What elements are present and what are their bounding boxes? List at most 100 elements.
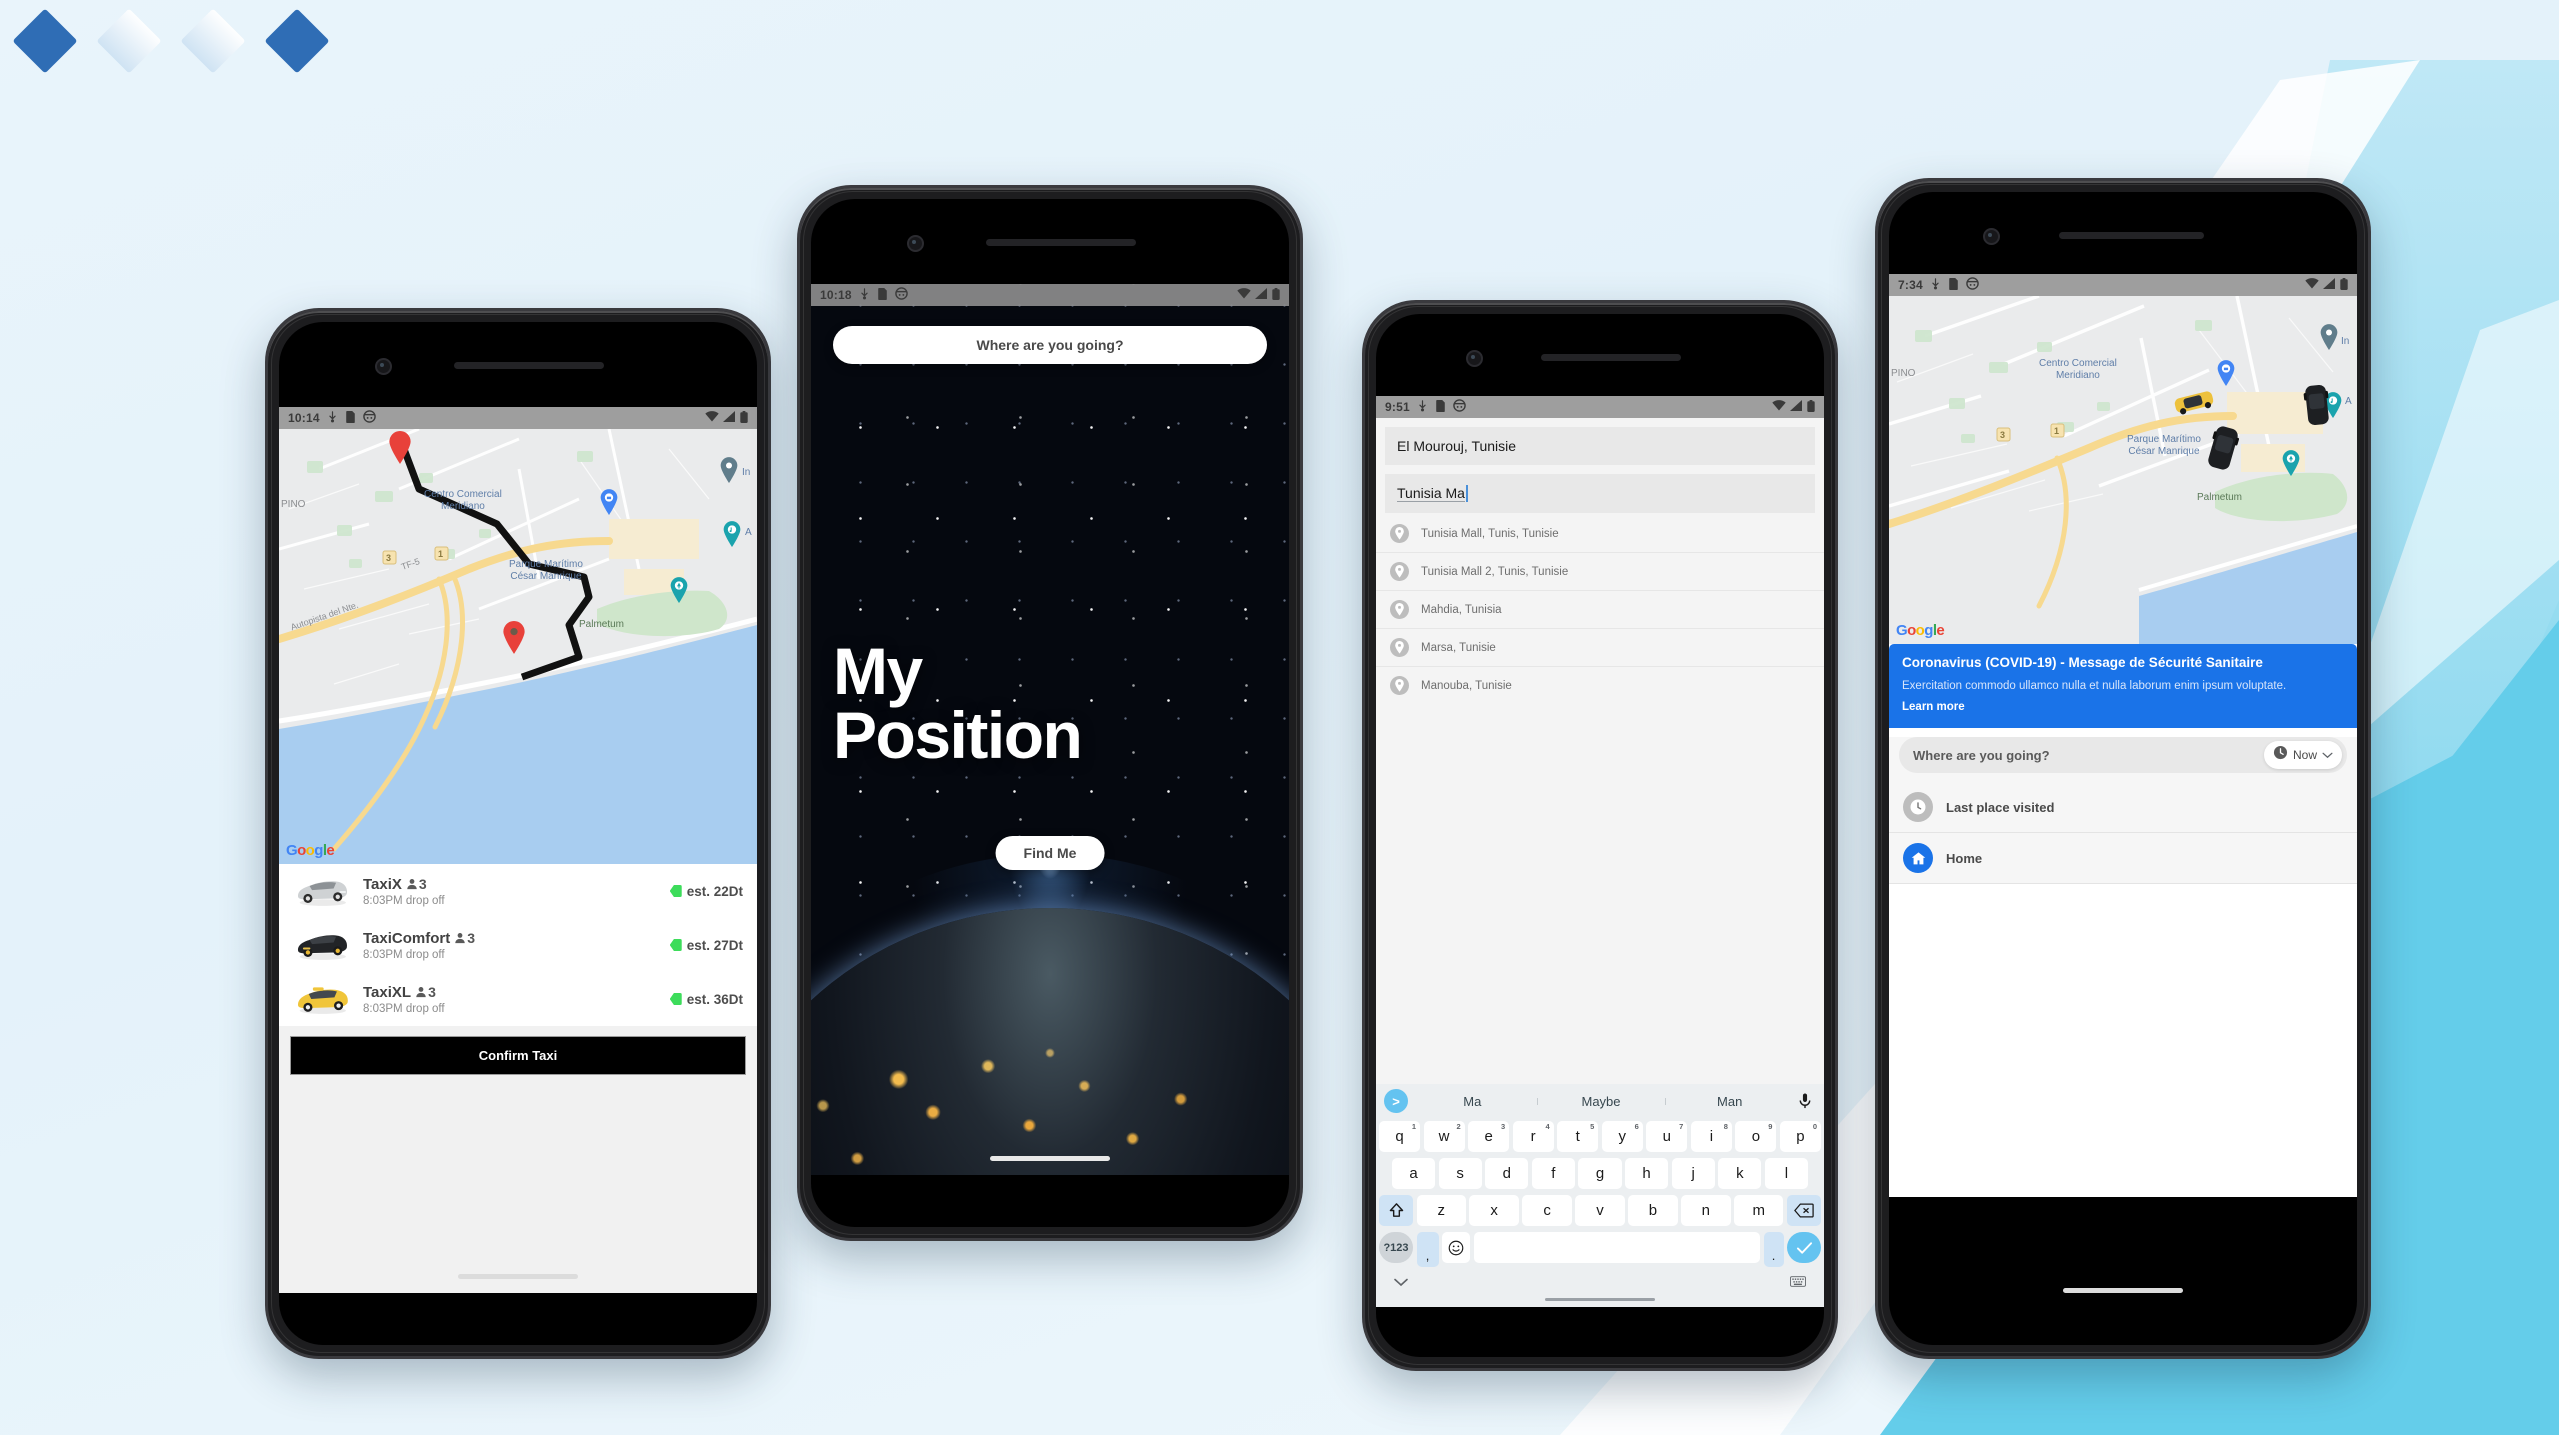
key-a[interactable]: a [1392, 1158, 1436, 1189]
key-w[interactable]: 2w [1423, 1121, 1465, 1152]
confirm-taxi-button[interactable]: Confirm Taxi [290, 1036, 746, 1075]
front-camera-icon [375, 358, 392, 375]
taxi-name: TaxiComfort [363, 929, 451, 947]
person-icon [416, 987, 426, 998]
table-row[interactable]: TaxiX 3 8:03PM drop off est. 22Dt [279, 864, 757, 918]
wifi-icon [1237, 288, 1251, 302]
find-me-button[interactable]: Find Me [995, 836, 1105, 871]
bottom-sheet: Where are you going? Now Last place visi… [1889, 737, 2357, 885]
diamond-icon [96, 8, 162, 74]
shopping-pin-icon [600, 489, 618, 515]
key-label: o [1751, 1128, 1761, 1145]
diamond-icon [12, 8, 78, 74]
key-l[interactable]: l [1764, 1158, 1808, 1189]
list-item[interactable]: Marsa, Tunisie [1376, 629, 1824, 667]
key-q[interactable]: 1q [1379, 1121, 1421, 1152]
list-item[interactable]: Home [1889, 833, 2357, 885]
key-p[interactable]: 0p [1779, 1121, 1821, 1152]
suggestion-text: Mahdia, Tunisia [1421, 603, 1502, 616]
list-item[interactable]: Tunisia Mall 2, Tunis, Tunisie [1376, 553, 1824, 591]
car-yellow-icon [293, 982, 351, 1016]
enter-key[interactable] [1787, 1232, 1821, 1263]
key-s[interactable]: s [1438, 1158, 1482, 1189]
home-indicator [1545, 1298, 1655, 1301]
taxi-options-list: TaxiX 3 8:03PM drop off est. 22Dt TaxiCo… [279, 864, 757, 1026]
list-item[interactable]: Mahdia, Tunisia [1376, 591, 1824, 629]
learn-more-link[interactable]: Learn more [1902, 701, 1965, 713]
mic-icon[interactable] [1794, 1093, 1816, 1109]
wifi-icon [705, 411, 719, 425]
download-icon [859, 287, 870, 303]
key-m[interactable]: m [1734, 1195, 1784, 1226]
chevron-down-icon[interactable] [1394, 1274, 1408, 1292]
suggestion-chip[interactable]: Ma [1408, 1094, 1537, 1109]
route-map[interactable]: 3 1 PINO Centro Comercial Meridiano Parqu… [279, 429, 757, 864]
title-line-1: My [833, 634, 923, 709]
map-label: PINO [281, 499, 306, 510]
key-f[interactable]: f [1531, 1158, 1575, 1189]
key-n[interactable]: n [1681, 1195, 1731, 1226]
key-z[interactable]: z [1416, 1195, 1466, 1226]
earpiece-speaker [454, 362, 604, 369]
svg-text:3: 3 [386, 553, 391, 563]
key-j[interactable]: j [1671, 1158, 1715, 1189]
taxi-info: TaxiXL 3 8:03PM drop off [363, 984, 658, 1015]
origin-input[interactable]: El Mourouj, Tunisie [1385, 427, 1815, 465]
time-picker-chip[interactable]: Now [2263, 741, 2342, 770]
key-x[interactable]: x [1469, 1195, 1519, 1226]
comma-key[interactable]: , [1416, 1232, 1439, 1267]
keyboard-row-2: a s d f g h j k l [1376, 1155, 1824, 1192]
suggestion-chip[interactable]: Man [1665, 1094, 1794, 1109]
list-item[interactable]: Last place visited [1889, 782, 2357, 834]
emoji-icon[interactable] [1442, 1232, 1470, 1263]
location-pin-icon [1390, 524, 1409, 543]
expand-suggestions-button[interactable]: > [1384, 1089, 1408, 1113]
space-key[interactable] [1473, 1232, 1760, 1263]
backspace-icon[interactable] [1786, 1195, 1821, 1226]
front-camera-icon [907, 235, 924, 252]
key-b[interactable]: b [1628, 1195, 1678, 1226]
taxi-price-value: est. 22Dt [686, 883, 743, 899]
key-v[interactable]: v [1575, 1195, 1625, 1226]
destination-pin-icon [503, 621, 525, 654]
taxi-price-value: est. 27Dt [686, 937, 743, 953]
table-row[interactable]: TaxiXL 3 8:03PM drop off est. 36Dt [279, 972, 757, 1026]
place-pin-icon [720, 457, 738, 483]
clock-icon [1903, 792, 1933, 823]
symbols-key[interactable]: ?123 [1379, 1232, 1413, 1263]
where-are-you-going-input[interactable]: Where are you going? Now [1899, 737, 2347, 774]
download-icon [327, 410, 338, 426]
taxi-info: TaxiX 3 8:03PM drop off [363, 876, 658, 907]
key-num: 6 [1634, 1122, 1639, 1131]
key-r[interactable]: 4r [1512, 1121, 1554, 1152]
list-item[interactable]: Manouba, Tunisie [1376, 667, 1824, 704]
origin-pin-icon [389, 431, 411, 464]
key-o[interactable]: 9o [1735, 1121, 1777, 1152]
suggestion-chip[interactable]: Maybe [1536, 1094, 1666, 1109]
destination-search-button[interactable]: Where are you going? [833, 326, 1267, 364]
status-right-icons [1772, 399, 1815, 415]
key-num: 3 [1500, 1122, 1506, 1131]
key-h[interactable]: h [1625, 1158, 1669, 1189]
key-d[interactable]: d [1485, 1158, 1529, 1189]
list-item[interactable]: Tunisia Mall, Tunis, Tunisie [1376, 515, 1824, 553]
destination-input[interactable]: Tunisia Ma [1385, 474, 1815, 513]
key-y[interactable]: 6y [1601, 1121, 1643, 1152]
svg-text:1: 1 [2054, 426, 2059, 436]
key-e[interactable]: 3e [1468, 1121, 1510, 1152]
live-map[interactable]: 3 1 PINO Centro Comercial Meridiano Parqu… [1889, 296, 2357, 644]
keyboard-icon[interactable] [1790, 1274, 1806, 1292]
suggestion-text: Manouba, Tunisie [1421, 679, 1512, 692]
key-t[interactable]: 5t [1557, 1121, 1599, 1152]
key-i[interactable]: 8i [1690, 1121, 1732, 1152]
key-k[interactable]: k [1718, 1158, 1762, 1189]
taxi-seat-count: 3 [467, 930, 476, 946]
table-row[interactable]: TaxiComfort 3 8:03PM drop off est. 27Dt [279, 918, 757, 972]
period-key[interactable]: . [1763, 1232, 1784, 1267]
key-c[interactable]: c [1522, 1195, 1572, 1226]
map-label: A [2345, 396, 2352, 407]
key-u[interactable]: 7u [1646, 1121, 1688, 1152]
shift-icon[interactable] [1379, 1195, 1414, 1226]
key-g[interactable]: g [1578, 1158, 1622, 1189]
status-bar: 9:51 [1376, 396, 1824, 418]
